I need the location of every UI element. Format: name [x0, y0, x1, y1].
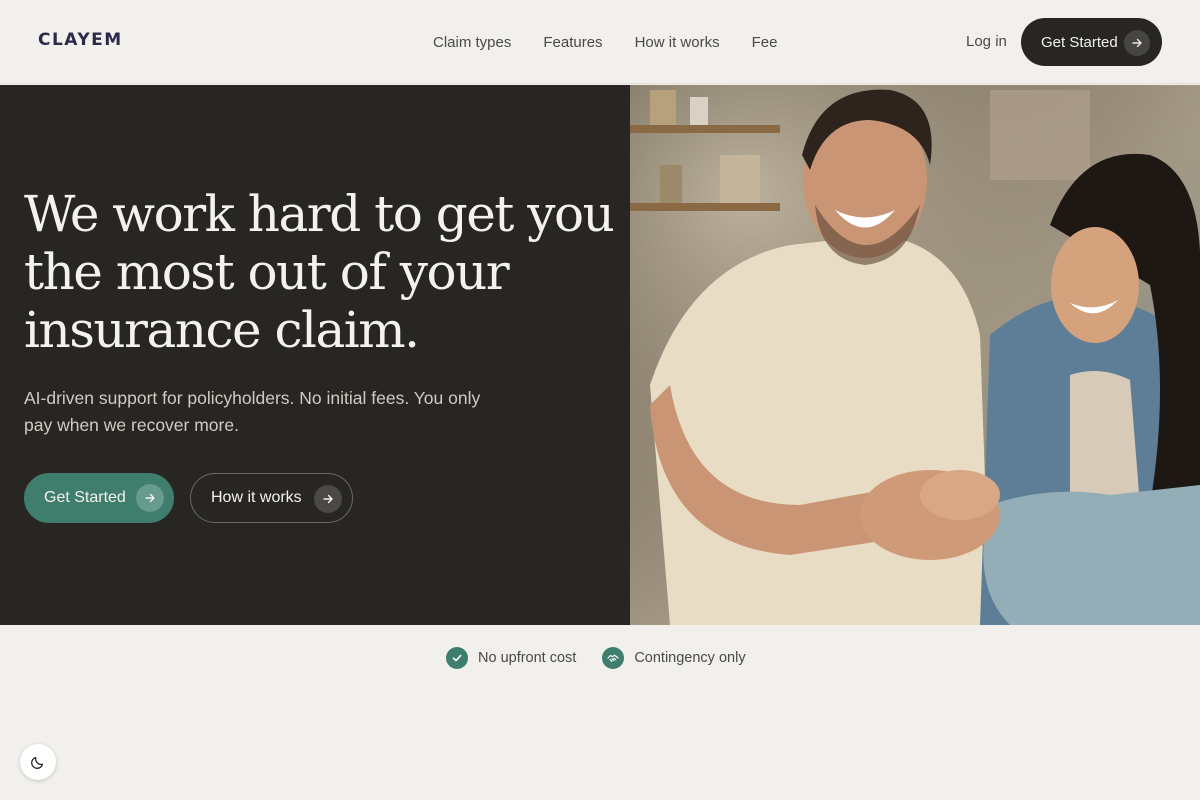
hero-section: We work hard to get you the most out of …	[0, 85, 630, 625]
hero-how-it-works-label: How it works	[211, 489, 302, 506]
hero-title-line-3: insurance claim.	[24, 301, 420, 359]
moon-icon	[31, 756, 44, 769]
arrow-right-icon	[1124, 30, 1150, 56]
brand-logo[interactable]: CLAYEM	[38, 30, 123, 50]
badge-label: No upfront cost	[478, 650, 577, 666]
badge-contingency-only: Contingency only	[602, 647, 746, 669]
hero-title: We work hard to get you the most out of …	[24, 185, 615, 359]
badge-label: Contingency only	[634, 650, 746, 666]
hero-title-line-1: We work hard to get you	[24, 185, 615, 243]
nav-item-how-it-works[interactable]: How it works	[635, 34, 720, 51]
hero-photo	[630, 85, 1200, 625]
hero-how-it-works-button[interactable]: How it works	[190, 473, 353, 523]
hero-subtitle-line-1: AI-driven support for policyholders. No …	[24, 388, 481, 408]
handshake-icon	[602, 647, 625, 669]
nav-item-claim-types[interactable]: Claim types	[433, 34, 511, 51]
arrow-right-icon	[314, 485, 342, 513]
hero-title-line-2: the most out of your	[24, 243, 510, 301]
nav-item-fee[interactable]: Fee	[752, 34, 778, 51]
site-header: CLAYEM Claim types Features How it works…	[0, 0, 1200, 84]
login-link[interactable]: Log in	[966, 33, 1007, 50]
main-nav: Claim types Features How it works Fee	[433, 34, 777, 51]
hero-subtitle: AI-driven support for policyholders. No …	[24, 385, 524, 439]
header-get-started-button[interactable]: Get Started	[1021, 18, 1162, 66]
nav-item-features[interactable]: Features	[543, 34, 602, 51]
header-get-started-label: Get Started	[1041, 33, 1118, 51]
hero-subtitle-line-2: pay when we recover more.	[24, 415, 239, 435]
check-icon	[446, 647, 468, 669]
arrow-right-icon	[136, 484, 164, 512]
trust-badges: No upfront cost Contingency only	[446, 647, 746, 669]
badge-no-upfront-cost: No upfront cost	[446, 647, 576, 669]
theme-toggle-button[interactable]	[20, 744, 56, 780]
hero-get-started-button[interactable]: Get Started	[24, 473, 174, 523]
hero-get-started-label: Get Started	[44, 489, 126, 506]
